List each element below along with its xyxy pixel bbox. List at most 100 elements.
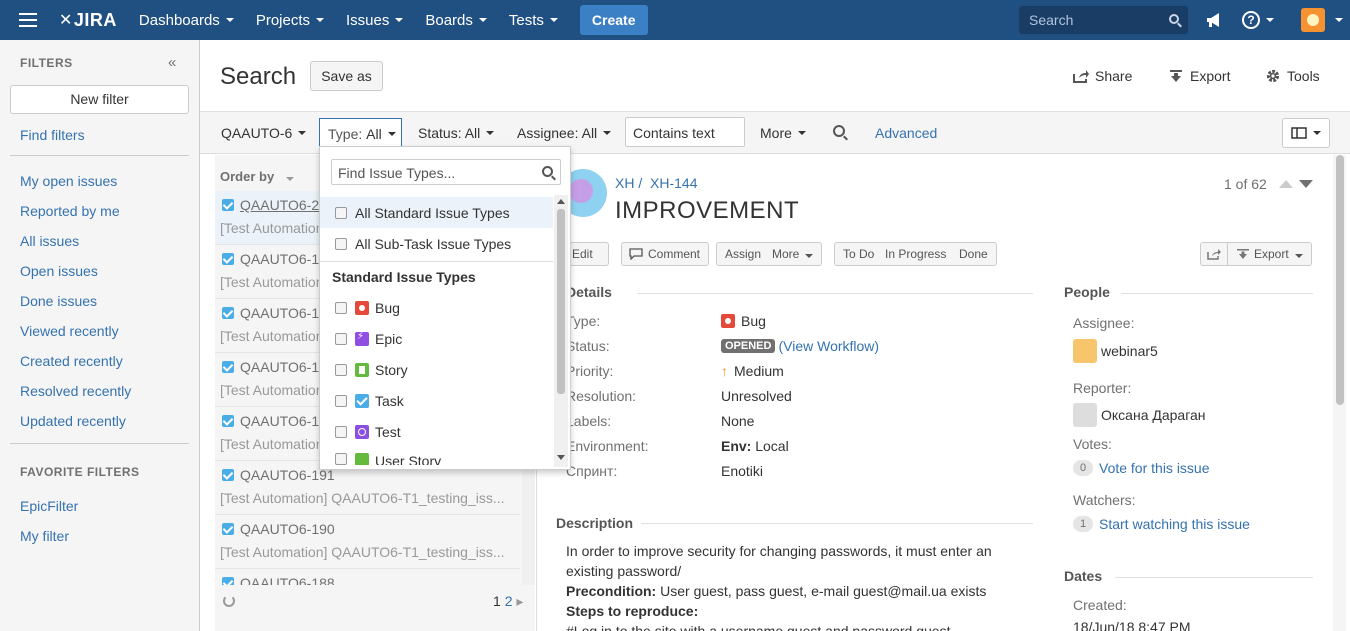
export-issue-button[interactable]: Export — [1228, 242, 1312, 266]
nav-issues[interactable]: Issues — [346, 12, 404, 29]
checkbox[interactable] — [335, 425, 347, 438]
find-filters-link[interactable]: Find filters — [20, 127, 85, 143]
export-button[interactable]: Export — [1168, 68, 1230, 84]
dropdown-scrollbar-thumb[interactable] — [557, 209, 565, 394]
assignee-filter[interactable]: Assignee: All — [517, 125, 612, 141]
sidebar-item-all-issues[interactable]: All issues — [20, 233, 79, 249]
checkbox[interactable] — [335, 394, 347, 407]
share-button[interactable]: Share — [1073, 68, 1132, 84]
sidebar-item-reported-by-me[interactable]: Reported by me — [20, 203, 120, 219]
new-filter-button[interactable]: New filter — [10, 85, 189, 114]
watcher-count-badge: 1 — [1073, 516, 1093, 532]
assign-button[interactable]: Assign — [716, 242, 771, 266]
done-button[interactable]: Done — [951, 242, 997, 266]
quick-search-input[interactable]: Search — [1019, 6, 1188, 34]
create-button[interactable]: Create — [579, 5, 648, 35]
find-issue-types-input[interactable]: Find Issue Types... — [331, 159, 561, 185]
issue-key-link[interactable]: XH-144 — [650, 175, 697, 191]
divider — [641, 523, 1033, 524]
task-icon — [355, 393, 369, 408]
assignee-value[interactable]: webinar5 — [1073, 339, 1158, 363]
created-label: Created: — [1073, 597, 1127, 613]
task-icon — [222, 253, 234, 265]
sidebar-item-open-issues[interactable]: Open issues — [20, 263, 98, 279]
sidebar-item-resolved-recently[interactable]: Resolved recently — [20, 383, 131, 399]
vote-link[interactable]: Vote for this issue — [1099, 460, 1210, 476]
collapse-sidebar-icon[interactable]: « — [168, 54, 176, 71]
option-all-standard-issue-types[interactable]: All Standard Issue Types — [320, 197, 553, 228]
save-as-button[interactable]: Save as — [310, 61, 383, 91]
reporter-avatar — [1073, 403, 1097, 427]
option-task[interactable]: Task — [320, 385, 553, 416]
scroll-down-icon[interactable] — [557, 455, 565, 460]
status-filter[interactable]: Status: All — [418, 125, 495, 141]
checkbox[interactable] — [335, 301, 347, 314]
scroll-up-icon[interactable] — [557, 199, 565, 204]
more-criteria-button[interactable]: More — [760, 125, 806, 141]
detail-scrollbar-thumb[interactable] — [1336, 155, 1344, 405]
layout-switcher-button[interactable] — [1282, 118, 1330, 148]
help-icon[interactable]: ? — [1242, 11, 1260, 29]
breadcrumb: XH / XH-144 — [615, 175, 698, 191]
next-issue-icon[interactable] — [1299, 180, 1313, 188]
option-story[interactable]: Story — [320, 354, 553, 385]
favorite-filter-my-filter[interactable]: My filter — [20, 528, 69, 544]
nav-icon-group: ? — [1206, 8, 1343, 32]
share-icon — [1073, 70, 1089, 83]
refresh-icon[interactable] — [223, 595, 235, 607]
sidebar-item-created-recently[interactable]: Created recently — [20, 353, 123, 369]
page-2-link[interactable]: 2 — [505, 593, 513, 609]
tools-button[interactable]: Tools — [1265, 68, 1320, 84]
project-filter[interactable]: QAAUTO-6 — [221, 125, 307, 141]
order-by-button[interactable]: Order by — [220, 169, 295, 184]
divider — [10, 155, 189, 156]
checkbox[interactable] — [335, 453, 347, 465]
more-actions-button[interactable]: More — [764, 242, 823, 266]
nav-tests[interactable]: Tests — [509, 12, 558, 29]
watch-link[interactable]: Start watching this issue — [1099, 516, 1250, 532]
previous-issue-icon[interactable] — [1279, 180, 1293, 188]
in-progress-button[interactable]: In Progress — [877, 242, 956, 266]
issue-detail-panel: XH / XH-144 IMPROVEMENT 1 of 62 Edit Com… — [536, 155, 1350, 631]
nav-dashboards[interactable]: Dashboards — [139, 12, 234, 29]
sidebar-item-viewed-recently[interactable]: Viewed recently — [20, 323, 119, 339]
checkbox[interactable] — [335, 332, 347, 345]
user-avatar[interactable] — [1301, 8, 1325, 32]
sidebar-item-my-open-issues[interactable]: My open issues — [20, 173, 117, 189]
app-switcher-icon[interactable] — [19, 13, 37, 27]
option-all-sub-task-issue-types[interactable]: All Sub-Task Issue Types — [320, 228, 553, 259]
type-filter[interactable]: Type: All — [319, 118, 402, 148]
jira-logo[interactable]: ✕ JIRA — [59, 10, 117, 31]
sidebar-item-updated-recently[interactable]: Updated recently — [20, 413, 126, 429]
comment-icon — [629, 248, 643, 260]
issue-summary: IMPROVEMENT — [615, 197, 800, 224]
option-user-story[interactable]: User Story — [320, 447, 553, 465]
option-bug[interactable]: Bug — [320, 292, 553, 323]
to-do-button[interactable]: To Do — [834, 242, 884, 266]
checkbox[interactable] — [335, 363, 347, 376]
nav-projects[interactable]: Projects — [256, 12, 324, 29]
share-issue-button[interactable] — [1200, 242, 1228, 266]
favorite-filter-epicfilter[interactable]: EpicFilter — [20, 498, 78, 514]
option-test[interactable]: Test — [320, 416, 553, 447]
list-item[interactable]: QAAUTO6-190 [Test Automation] QAAUTO6-T1_… — [215, 515, 520, 569]
checkbox[interactable] — [335, 206, 347, 219]
nav-boards[interactable]: Boards — [425, 12, 487, 29]
test-icon — [355, 424, 369, 439]
megaphone-icon[interactable] — [1206, 12, 1224, 28]
export-icon — [1170, 70, 1182, 82]
view-workflow-link[interactable]: (View Workflow) — [778, 338, 879, 354]
checkbox[interactable] — [335, 237, 347, 250]
contains-text-input[interactable]: Contains text — [625, 117, 745, 147]
project-link[interactable]: XH — [615, 175, 634, 191]
assignee-label: Assignee: — [1073, 315, 1135, 331]
option-epic[interactable]: Epic — [320, 323, 553, 354]
description-body: In order to improve security for changin… — [566, 543, 992, 631]
task-icon — [222, 415, 234, 427]
sidebar-item-done-issues[interactable]: Done issues — [20, 293, 97, 309]
reporter-value[interactable]: Оксана Дараган — [1073, 403, 1206, 427]
comment-button[interactable]: Comment — [621, 242, 710, 266]
search-icon[interactable] — [833, 125, 845, 137]
advanced-search-link[interactable]: Advanced — [875, 125, 937, 141]
list-item[interactable]: QAAUTO6-188 — [215, 569, 520, 585]
